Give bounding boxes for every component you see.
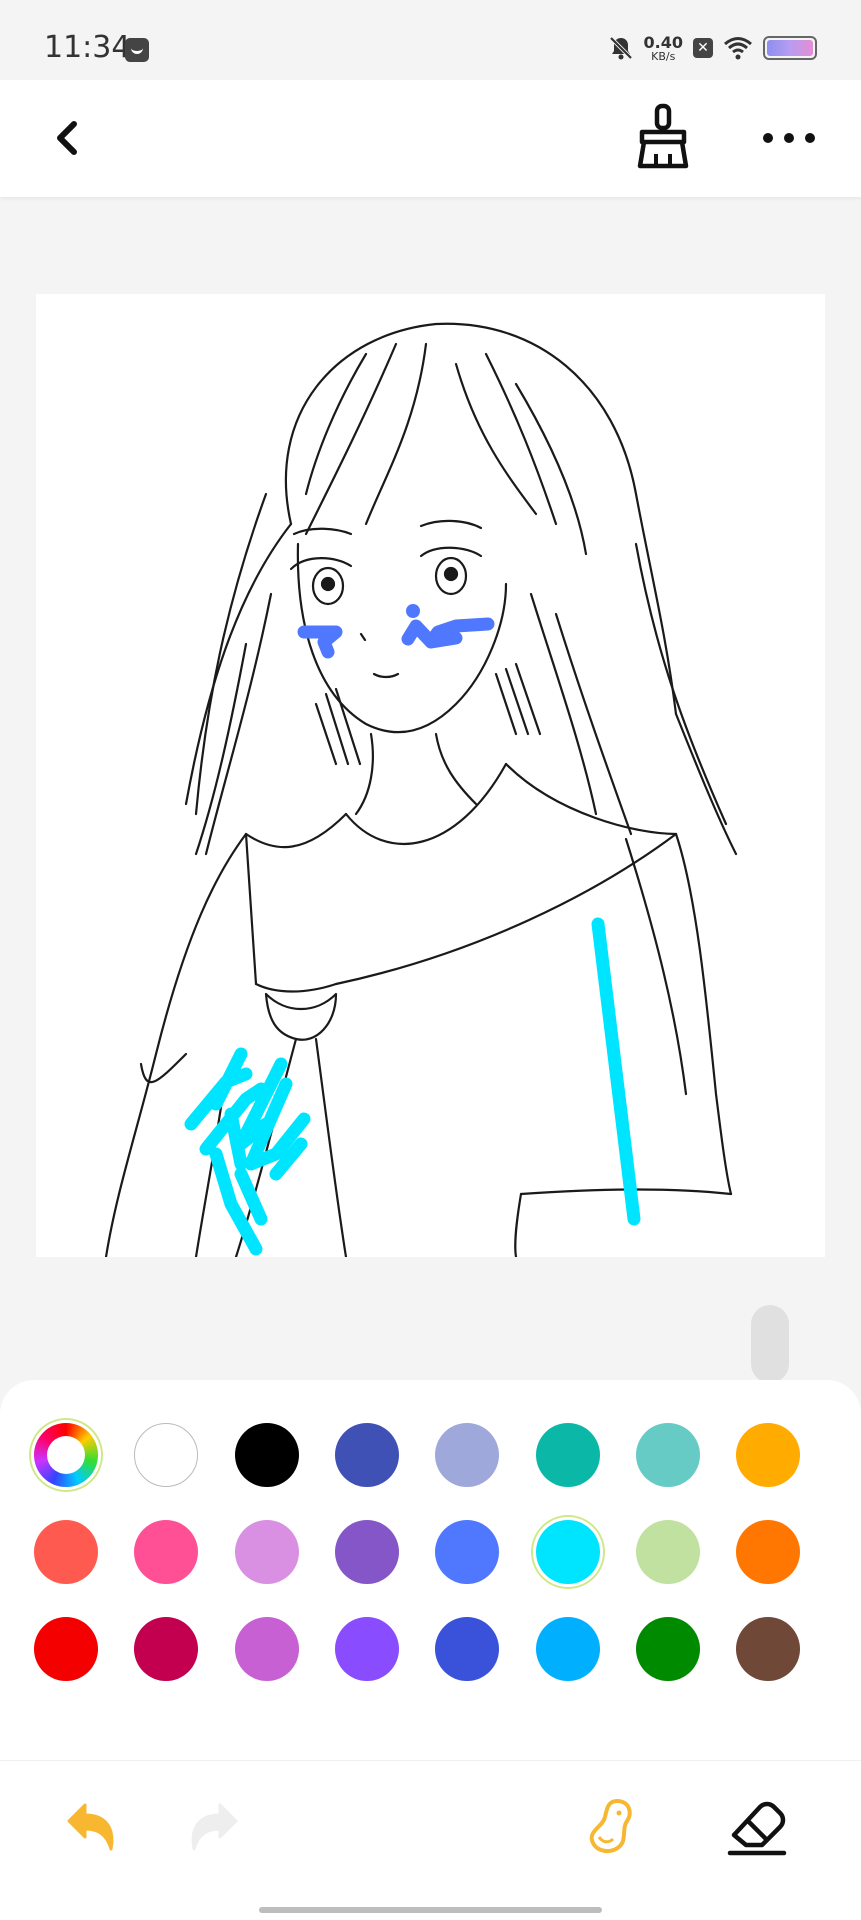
wifi-icon	[724, 37, 752, 60]
status-time: 11:34	[44, 30, 131, 65]
color-swatch[interactable]	[636, 1423, 700, 1487]
color-swatch[interactable]	[235, 1617, 299, 1681]
undo-button[interactable]	[55, 1791, 125, 1861]
sim-off-icon: ✕	[693, 38, 713, 58]
color-palette	[0, 1380, 861, 1760]
color-swatch[interactable]	[435, 1520, 499, 1584]
color-swatch[interactable]	[636, 1617, 700, 1681]
redo-button[interactable]	[180, 1791, 250, 1861]
color-swatch[interactable]	[134, 1520, 198, 1584]
net-speed: 0.40 KB/s	[643, 32, 683, 63]
peanut-bucket-icon	[589, 1798, 632, 1853]
color-swatch[interactable]	[235, 1423, 299, 1487]
color-swatch[interactable]	[235, 1520, 299, 1584]
fill-bucket-button[interactable]	[577, 1791, 647, 1861]
net-speed-unit: KB/s	[651, 49, 676, 63]
undo-icon	[67, 1803, 114, 1851]
more-icon	[763, 133, 815, 143]
color-swatch[interactable]	[536, 1617, 600, 1681]
more-options-button[interactable]	[756, 110, 822, 166]
color-swatch[interactable]	[335, 1423, 399, 1487]
eraser-icon	[727, 1801, 787, 1856]
brush-size-slider-handle[interactable]	[751, 1305, 789, 1383]
battery-icon	[763, 36, 817, 60]
battery-fill	[767, 40, 813, 56]
color-swatch[interactable]	[335, 1520, 399, 1584]
color-swatch[interactable]	[536, 1520, 600, 1584]
color-swatch[interactable]	[335, 1617, 399, 1681]
custom-color-wheel-button[interactable]	[34, 1423, 98, 1487]
color-swatch[interactable]	[736, 1617, 800, 1681]
color-swatch[interactable]	[134, 1423, 198, 1487]
status-bar: 11:34 0.40 KB/s ✕	[0, 0, 861, 80]
clear-canvas-button[interactable]	[628, 102, 698, 172]
color-swatch[interactable]	[736, 1423, 800, 1487]
color-swatch[interactable]	[636, 1520, 700, 1584]
back-button[interactable]	[40, 110, 96, 166]
redo-icon	[191, 1803, 238, 1851]
broom-icon	[637, 103, 689, 169]
message-icon	[125, 38, 149, 62]
color-swatch[interactable]	[536, 1423, 600, 1487]
net-speed-value: 0.40	[643, 32, 683, 52]
color-swatch[interactable]	[435, 1423, 499, 1487]
color-swatch[interactable]	[34, 1520, 98, 1584]
app-bar	[0, 80, 861, 197]
drawing-canvas[interactable]	[36, 294, 825, 1257]
status-icons: 0.40 KB/s ✕	[608, 30, 817, 66]
bottom-toolbar	[0, 1760, 861, 1920]
line-art-illustration	[104, 322, 738, 1257]
color-swatch[interactable]	[435, 1617, 499, 1681]
mute-icon	[609, 36, 632, 60]
eraser-button[interactable]	[722, 1791, 792, 1861]
home-indicator[interactable]	[259, 1907, 602, 1913]
color-swatch[interactable]	[736, 1520, 800, 1584]
color-swatch[interactable]	[134, 1617, 198, 1681]
color-swatch[interactable]	[34, 1617, 98, 1681]
back-arrow-icon	[57, 121, 77, 155]
